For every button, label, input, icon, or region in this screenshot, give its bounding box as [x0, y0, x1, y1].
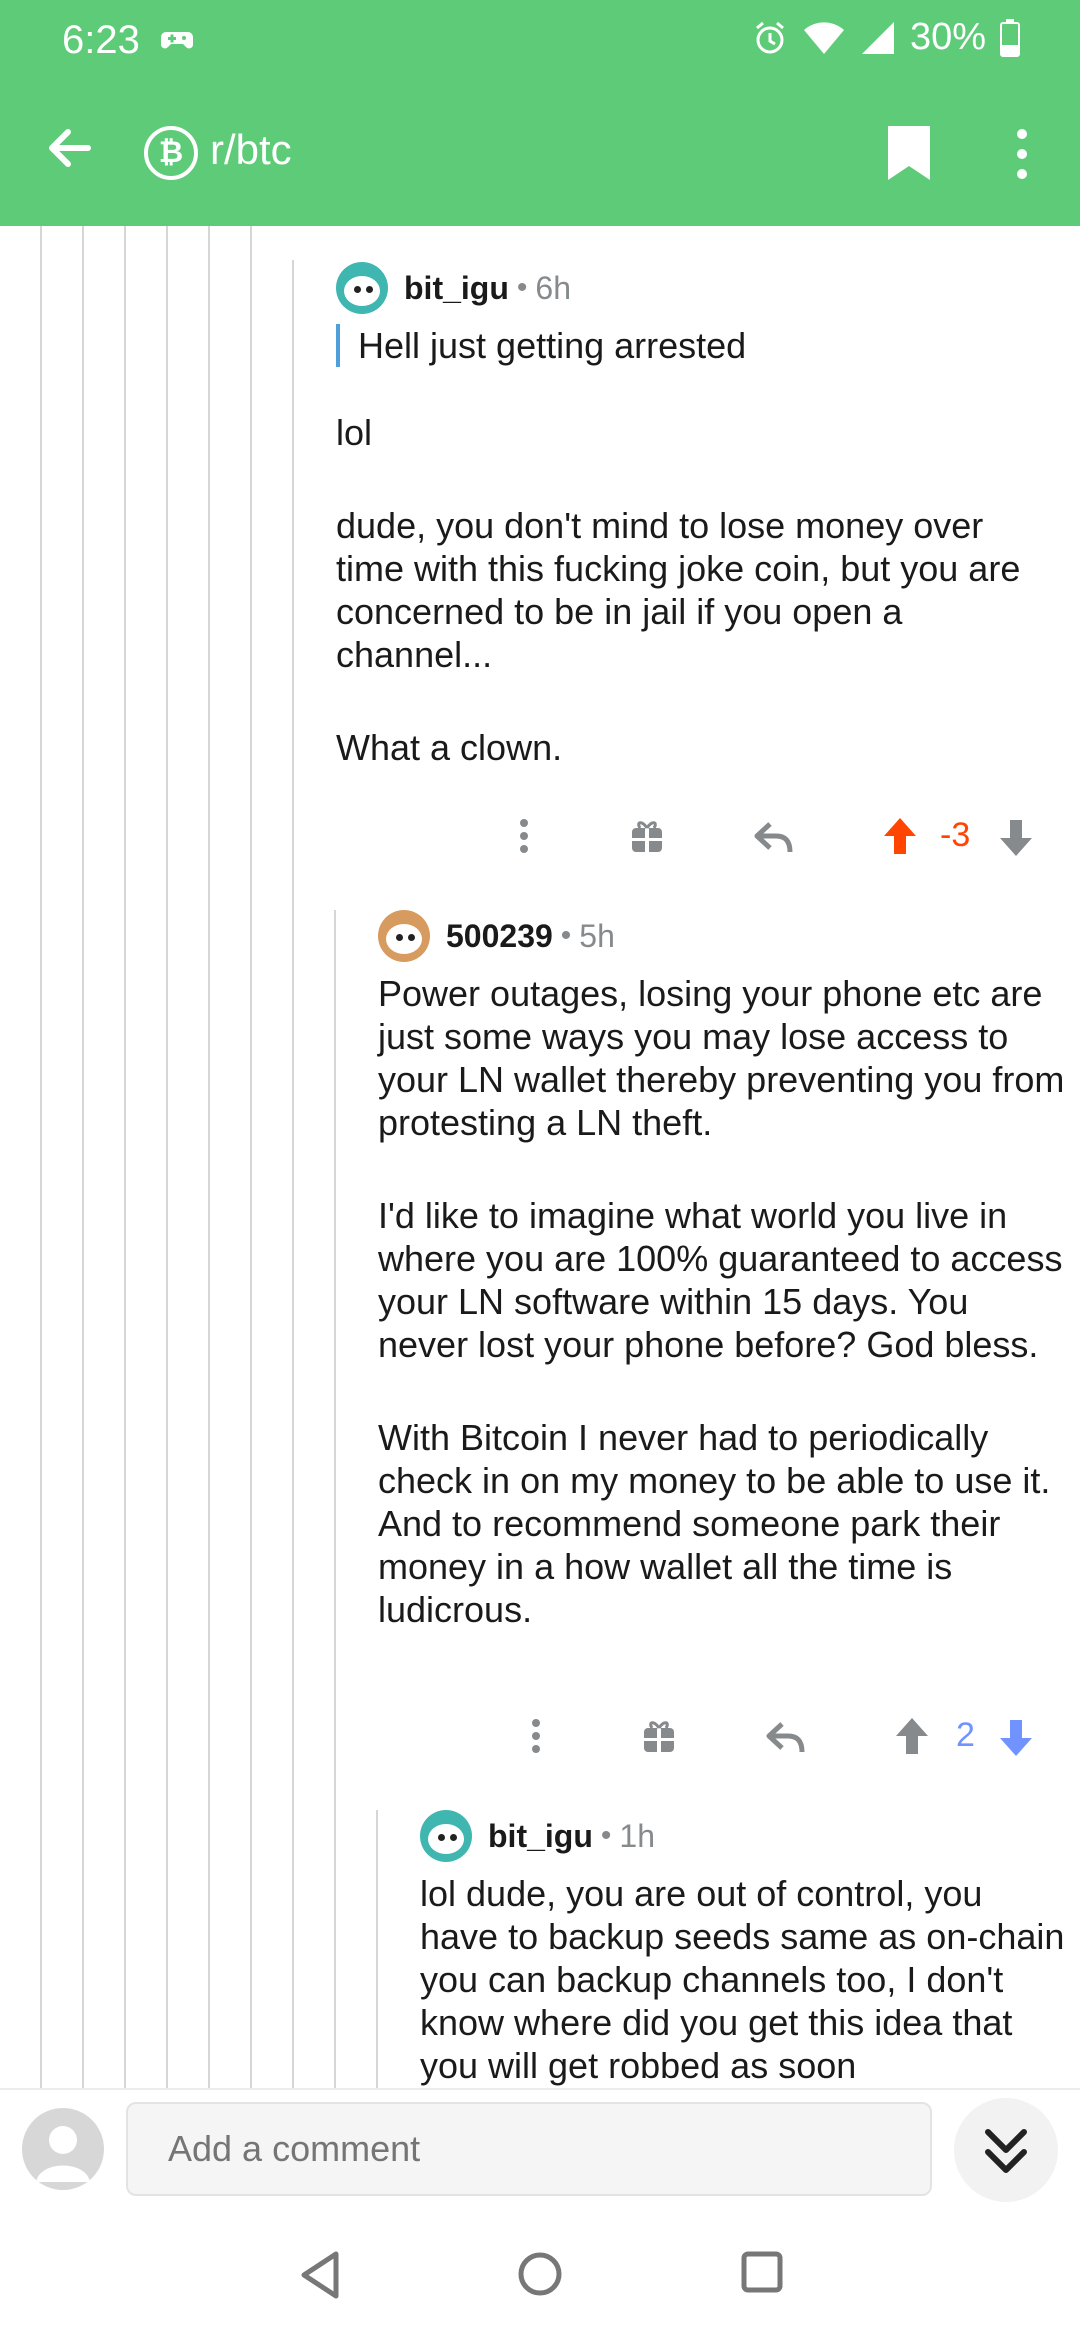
user-avatar[interactable] [22, 2108, 104, 2190]
score: -3 [940, 816, 971, 854]
battery-icon [1000, 18, 1020, 57]
gift-icon[interactable] [630, 818, 664, 854]
alarm-icon [755, 21, 784, 53]
comment-meta: bit_igu • 6h [336, 262, 1056, 314]
more-options-icon[interactable] [530, 1718, 542, 1754]
comment-paragraph: Power outages, losing your phone etc are… [378, 973, 1065, 1143]
subreddit-icon[interactable]: ₿ [144, 126, 198, 180]
reply-icon[interactable] [766, 1720, 806, 1754]
more-options-icon[interactable] [1010, 126, 1034, 182]
subreddit-title[interactable]: r/btc [210, 126, 292, 174]
comment-meta: bit_igu • 1h [420, 1810, 1070, 1862]
separator-dot: • [600, 1819, 612, 1852]
comment: bit_igu • 6h Hell just getting arrested … [336, 262, 1056, 769]
comment-paragraph: lol dude, you are out of control, you ha… [420, 1873, 1065, 2086]
comment-paragraph: What a clown. [336, 727, 563, 768]
avatar[interactable] [420, 1810, 472, 1862]
downvote-icon[interactable] [998, 818, 1034, 858]
back-arrow-icon[interactable] [42, 120, 98, 176]
thread-guide[interactable] [208, 226, 210, 2088]
thread-guide[interactable] [292, 260, 294, 2088]
next-comment-button[interactable] [954, 2098, 1058, 2202]
downvote-icon[interactable] [998, 1718, 1034, 1758]
wifi-icon [803, 21, 844, 54]
avatar[interactable] [336, 262, 388, 314]
score: 2 [956, 1716, 975, 1754]
comment-paragraph: I'd like to imagine what world you live … [378, 1195, 1063, 1365]
gamepad-icon [161, 32, 193, 49]
gift-icon[interactable] [642, 1718, 676, 1754]
comment-actions: 2 [512, 1712, 1072, 1762]
thread-guide[interactable] [250, 226, 252, 2088]
double-chevron-down-icon [985, 2129, 1027, 2173]
comment-paragraph: dude, you don't mind to lose money over … [336, 505, 1021, 675]
thread-guide[interactable] [334, 910, 336, 2088]
app-header: 6:23 30% ₿ r/btc [0, 0, 1080, 226]
thread-guide[interactable] [40, 226, 42, 2088]
comment-actions: -3 [500, 812, 1060, 862]
bookmark-icon[interactable] [886, 124, 932, 182]
upvote-icon[interactable] [882, 816, 918, 856]
comment: bit_igu • 1h lol dude, you are out of co… [420, 1810, 1070, 2088]
comment-age: 5h [579, 917, 615, 954]
quote-block: Hell just getting arrested [336, 324, 1056, 367]
thread-guide[interactable] [124, 226, 126, 2088]
status-time: 6:23 [62, 18, 140, 62]
user-silhouette-icon [36, 2126, 90, 2182]
signal-icon [861, 21, 894, 54]
comment-meta: 500239 • 5h [378, 910, 1068, 962]
thread-guide[interactable] [376, 1810, 378, 2088]
comment-author[interactable]: 500239 [446, 918, 553, 955]
comment-author[interactable]: bit_igu [404, 270, 509, 307]
avatar[interactable] [378, 910, 430, 962]
thread-guide[interactable] [82, 226, 84, 2088]
comment-paragraph: With Bitcoin I never had to periodically… [378, 1417, 1051, 1630]
upvote-icon[interactable] [894, 1716, 930, 1756]
nav-home-icon[interactable] [516, 2250, 564, 2298]
comment-paragraph: lol [336, 412, 373, 453]
comment-age: 1h [619, 1817, 655, 1854]
comment-author[interactable]: bit_igu [488, 1818, 593, 1855]
more-options-icon[interactable] [518, 818, 530, 854]
comment: 500239 • 5h Power outages, losing your p… [378, 910, 1068, 1631]
thread-guide[interactable] [166, 226, 168, 2088]
system-nav-bar [0, 2212, 1080, 2340]
battery-percent: 30% [909, 16, 986, 58]
comment-age: 6h [535, 269, 571, 306]
nav-recents-icon[interactable] [740, 2250, 784, 2294]
separator-dot: • [560, 919, 572, 952]
nav-back-icon[interactable] [298, 2250, 342, 2300]
add-comment-input[interactable] [126, 2102, 932, 2196]
reply-icon[interactable] [754, 820, 794, 854]
separator-dot: • [516, 271, 528, 304]
